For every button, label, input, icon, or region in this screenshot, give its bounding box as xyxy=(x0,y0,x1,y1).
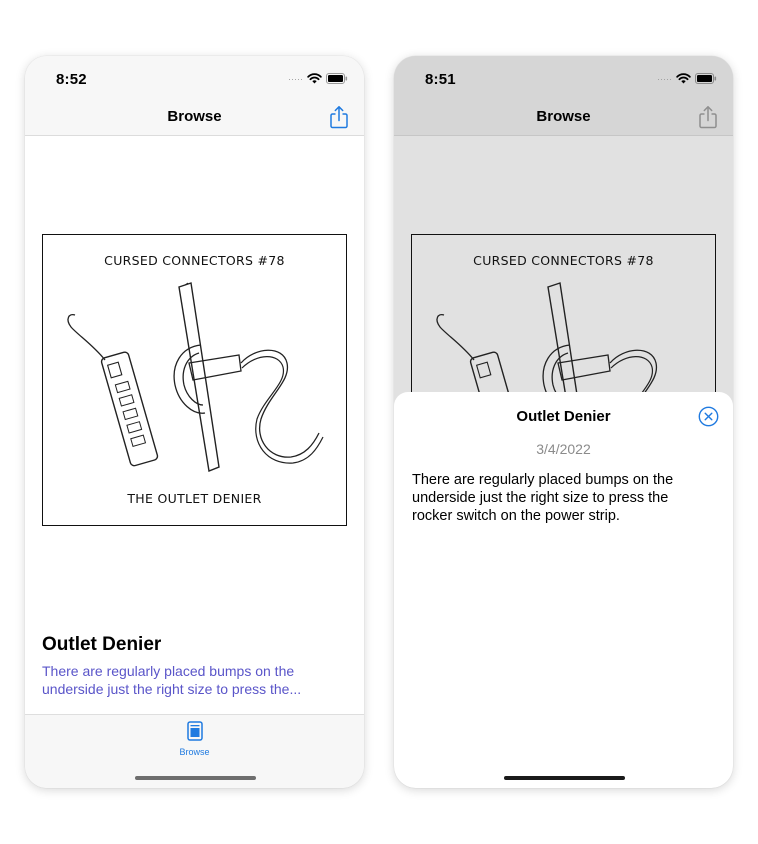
signal-icon: ····· xyxy=(288,74,303,84)
tab-bar: Browse xyxy=(25,714,364,788)
battery-icon xyxy=(326,72,348,84)
tab-browse[interactable]: Browse xyxy=(25,721,364,757)
home-indicator xyxy=(503,776,625,780)
tab-browse-label: Browse xyxy=(179,747,210,757)
comic-drawing xyxy=(67,282,324,472)
share-icon xyxy=(699,106,717,129)
wifi-icon xyxy=(676,72,691,84)
nav-title: Browse xyxy=(167,108,222,125)
close-icon xyxy=(698,406,719,427)
status-bar: 8:51 ····· xyxy=(394,56,733,100)
navigation-bar: Browse xyxy=(25,100,364,136)
share-button[interactable] xyxy=(328,104,350,130)
sheet-body: There are regularly placed bumps on the … xyxy=(412,472,674,524)
detail-sheet-screen: 8:51 ····· Browse CURSED CONNECTORS #78 … xyxy=(394,56,733,788)
home-indicator xyxy=(134,776,256,780)
sheet-date: 3/4/2022 xyxy=(536,441,591,457)
status-bar: 8:52 ····· xyxy=(25,56,364,100)
browse-icon xyxy=(186,721,203,746)
share-button[interactable] xyxy=(697,104,719,130)
comic-image[interactable]: CURSED CONNECTORS #78 THE OUTLET DENIER xyxy=(42,234,347,526)
status-icons: ····· xyxy=(288,72,348,84)
status-time: 8:51 xyxy=(425,71,456,88)
battery-icon xyxy=(695,72,717,84)
close-button[interactable] xyxy=(698,406,719,427)
status-time: 8:52 xyxy=(56,71,87,88)
share-icon xyxy=(330,106,348,129)
item-title: Outlet Denier xyxy=(42,634,162,655)
status-icons: ····· xyxy=(657,72,717,84)
detail-sheet: Outlet Denier 3/4/2022 There are regular… xyxy=(394,392,733,788)
wifi-icon xyxy=(307,72,322,84)
browse-screen: 8:52 ····· Browse CURSED CONNECTORS #78 … xyxy=(25,56,364,788)
navigation-bar: Browse xyxy=(394,100,733,136)
comic-subtitle: THE OUTLET DENIER xyxy=(127,491,262,506)
comic-title: CURSED CONNECTORS #78 xyxy=(473,253,654,268)
item-excerpt[interactable]: There are regularly placed bumps on the … xyxy=(42,662,332,698)
comic-title: CURSED CONNECTORS #78 xyxy=(104,253,285,268)
sheet-title: Outlet Denier xyxy=(516,408,611,425)
signal-icon: ····· xyxy=(657,74,672,84)
nav-title: Browse xyxy=(536,108,591,125)
